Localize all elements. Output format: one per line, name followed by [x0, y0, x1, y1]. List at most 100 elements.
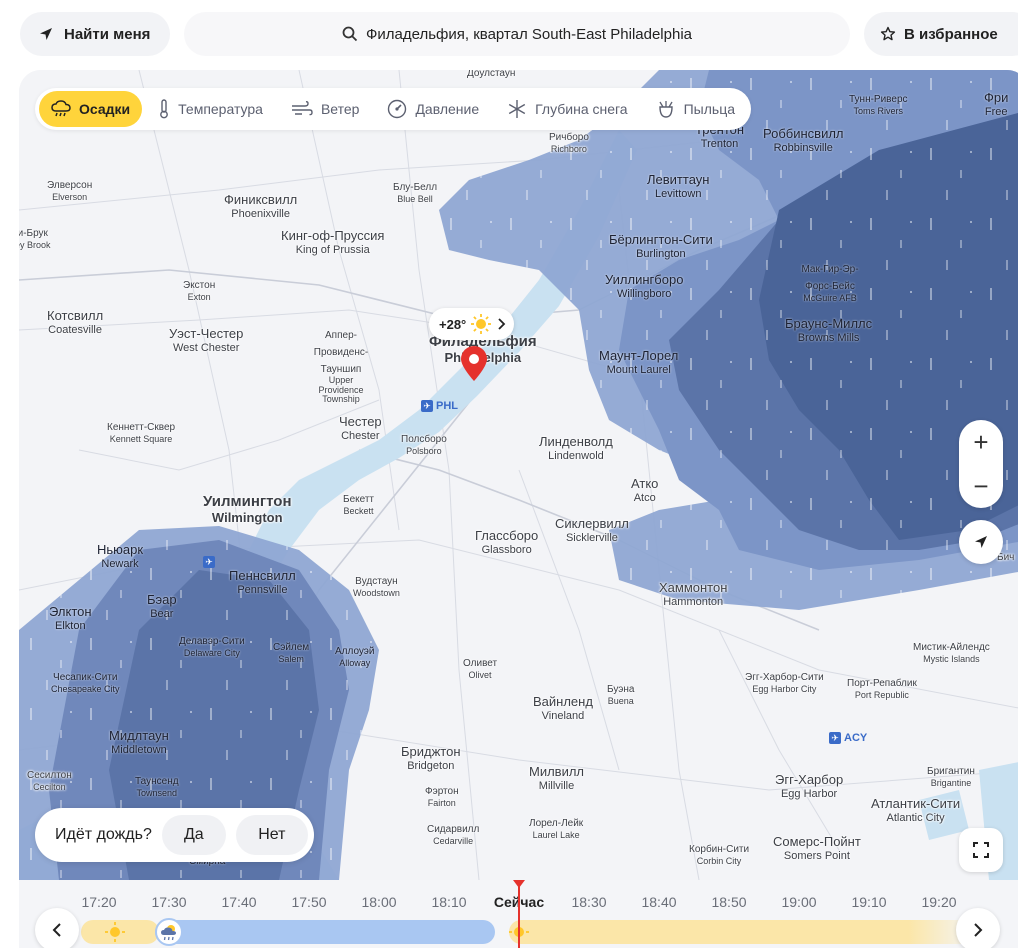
rain-feedback-panel: Идёт дождь? Да Нет [35, 808, 314, 862]
tab-pollen[interactable]: Пыльца [644, 91, 747, 127]
current-temperature: +28° [439, 316, 467, 332]
city-label: Ньюарк Newark [97, 542, 144, 570]
timeline-next-button[interactable] [956, 908, 1000, 948]
city-label: Бёрлингтон-Сити Burlington [609, 232, 713, 260]
city-label: Пеннсвилл Pennsville [229, 568, 296, 596]
location-arrow-icon [40, 28, 52, 40]
city-label: Уэст-Честер West Chester [169, 326, 244, 354]
city-label: Милвилл Millville [529, 764, 585, 792]
city-label: и-Брукey Brook [19, 228, 51, 250]
pollen-icon [658, 101, 673, 118]
city-label: Честер Chester [339, 414, 382, 442]
sun-icon [471, 314, 492, 334]
city-label: Аллоуэй Alloway [335, 646, 375, 668]
tab-pressure[interactable]: Давление [375, 91, 491, 127]
time-tick[interactable]: 17:30 [151, 894, 186, 910]
timeline-prev-button[interactable] [35, 908, 79, 948]
location-arrow-icon [975, 536, 987, 548]
map-base [19, 70, 1018, 880]
time-tick[interactable]: 17:40 [221, 894, 256, 910]
airport-marker[interactable]: ✈ [203, 556, 215, 568]
layer-tabs: Осадки Температура Ветер Давление Глубин… [35, 88, 752, 130]
yes-button[interactable]: Да [161, 815, 226, 855]
time-tick[interactable]: 18:50 [711, 894, 746, 910]
snowflake-icon [508, 100, 526, 118]
chevron-left-icon [52, 923, 61, 937]
city-label: Сиклервилл Sicklerville [555, 516, 629, 544]
city-label: Сомерс-Пойнт Somers Point [773, 834, 861, 862]
pressure-icon [388, 99, 407, 119]
city-label: Браунс-Миллс Browns Mills [785, 316, 873, 344]
city-label: Атлантик-Сити Atlantic City [871, 796, 961, 824]
tab-wind[interactable]: Ветер [279, 91, 372, 127]
weather-map[interactable]: Доулстаун Тунн-Риверс Toms Rivers Фри Free… [19, 70, 1018, 880]
locate-button[interactable] [959, 520, 1003, 564]
airplane-icon: ✈ [421, 400, 433, 412]
city-label: Кинг-оф-Пруссия King of Prussia [281, 228, 385, 256]
time-tick[interactable]: 17:50 [291, 894, 326, 910]
city-label: Фри Free [984, 90, 1009, 118]
zoom-out-button[interactable]: − [959, 464, 1003, 508]
city-label: Линденволд Lindenwold [539, 434, 613, 462]
city-label: Сэйлем Salem [273, 642, 310, 664]
city-label: Вайнленд Vineland [533, 694, 593, 722]
city-label: Уиллингборо Willingboro [605, 272, 684, 300]
city-label: Аппер-Провиденс-Тауншип Upper Providence … [313, 330, 369, 405]
airplane-icon: ✈ [203, 556, 215, 568]
time-tick[interactable]: 19:00 [781, 894, 816, 910]
city-label: Ричборо Richboro [549, 132, 589, 154]
airport-marker[interactable]: ✈ ACY [829, 732, 867, 744]
add-favorite-button[interactable]: В избранное [864, 12, 1018, 56]
chevron-right-icon [974, 923, 983, 937]
expand-icon [973, 842, 989, 858]
wind-icon [291, 101, 313, 116]
city-label: Экстон Exton [183, 280, 216, 302]
no-button[interactable]: Нет [235, 815, 308, 855]
time-tick[interactable]: 17:20 [81, 894, 116, 910]
location-weather-chip[interactable]: +28° [429, 308, 515, 340]
time-tick[interactable]: 18:00 [361, 894, 396, 910]
find-me-button[interactable]: Найти меня [20, 12, 170, 56]
time-tick[interactable]: 19:20 [921, 894, 956, 910]
tab-temperature[interactable]: Температура [146, 91, 275, 127]
fullscreen-button[interactable] [959, 828, 1003, 872]
city-label: Доулстаун [467, 70, 516, 79]
city-label: Бэар Bear [147, 592, 177, 620]
city-label: Мистик-Айлендс Mystic Islands [913, 642, 990, 664]
city-label: Порт-Репаблик Port Republic [847, 678, 917, 700]
city-label: Элктон Elkton [49, 604, 92, 632]
city-label: Мак-Гир-Эр-Форс-Бейс McGuire AFB [801, 264, 859, 303]
city-label: Бекетт Beckett [343, 494, 375, 516]
city-label: Эгг-Харбор-Сити Egg Harbor City [745, 672, 824, 694]
search-field[interactable]: Филадельфия, квартал South-East Philadel… [184, 12, 850, 56]
zoom-in-button[interactable]: + [959, 420, 1003, 464]
plus-icon: + [973, 426, 989, 457]
time-tick[interactable]: 18:10 [431, 894, 466, 910]
time-tick[interactable]: 19:10 [851, 894, 886, 910]
find-me-label: Найти меня [64, 25, 151, 43]
city-label: Сесилтон Cecilton [27, 770, 72, 792]
city-label: Кеннетт-Сквер Kennett Square [107, 422, 176, 444]
star-icon [880, 26, 896, 41]
city-label: Маунт-Лорел Mount Laurel [599, 348, 679, 376]
tab-snow-depth[interactable]: Глубина снега [495, 91, 639, 127]
tab-precipitation[interactable]: Осадки [39, 91, 143, 127]
precipitation-icon [51, 100, 71, 117]
time-tick[interactable]: 18:30 [571, 894, 606, 910]
location-pin-icon[interactable] [459, 346, 489, 382]
city-label: Блу-Белл Blue Bell [393, 182, 438, 204]
city-label: Буэна Buena [607, 684, 635, 706]
city-label: Лорел-Лейк Laurel Lake [529, 818, 584, 840]
forecast-timeline[interactable]: 17:20 17:30 17:40 17:50 18:00 18:10 Сейч… [19, 880, 1018, 948]
time-tick[interactable]: 18:40 [641, 894, 676, 910]
city-label: Бригантин Brigantine [927, 766, 975, 788]
city-label: Тунн-Риверс Toms Rivers [849, 94, 908, 116]
airport-marker[interactable]: ✈ PHL [421, 400, 458, 412]
search-icon [342, 26, 358, 42]
rain-question-text: Идёт дождь? [55, 826, 152, 843]
city-label: Финиксвилл Phoenixville [224, 192, 298, 220]
current-time-arrow [513, 880, 525, 888]
city-label: Корбин-Сити Corbin City [689, 844, 750, 866]
city-label: Вудстаун Woodstown [353, 576, 400, 598]
city-label: Мидлтаун Middletown [109, 728, 169, 756]
